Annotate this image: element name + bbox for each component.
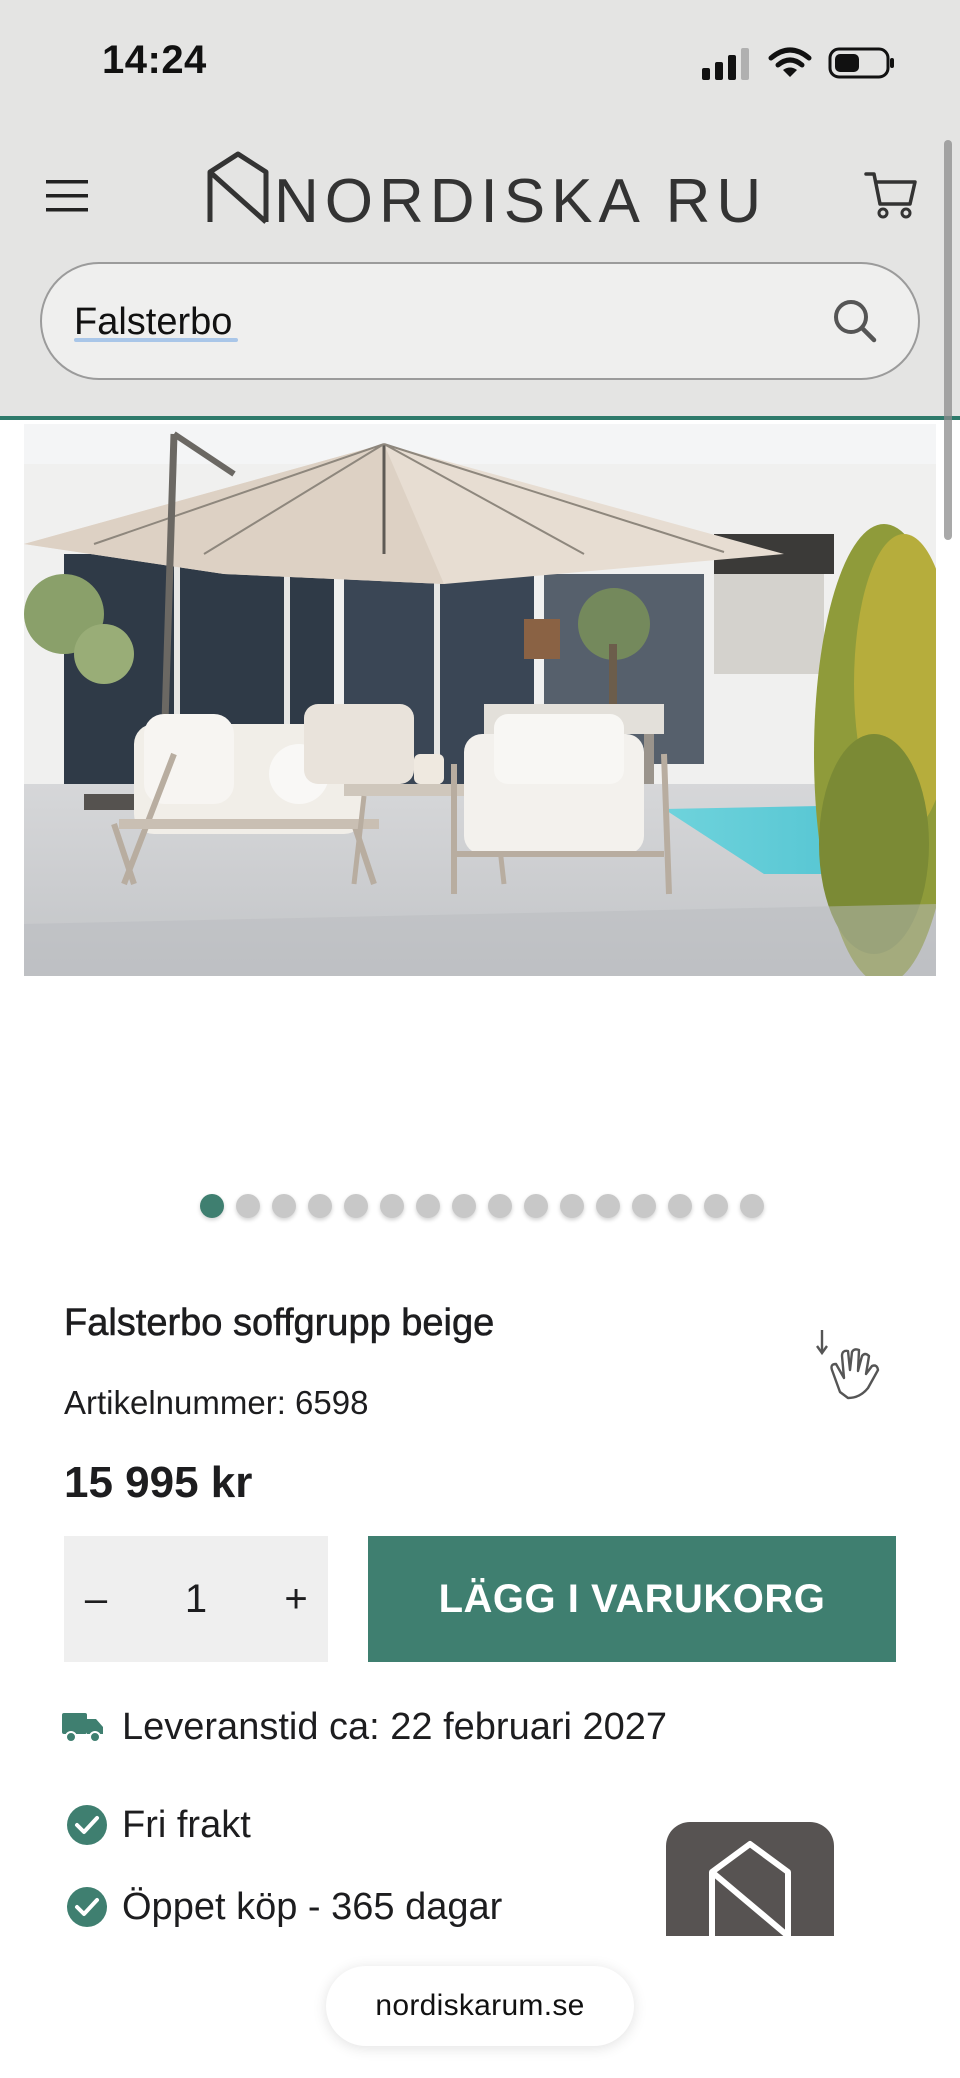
quantity-stepper: – 1 +	[64, 1536, 328, 1662]
signal-icon	[702, 48, 749, 80]
carousel-dot[interactable]	[704, 1194, 728, 1218]
carousel-dot[interactable]	[236, 1194, 260, 1218]
check-circle-icon	[67, 1887, 107, 1927]
swipe-hand-icon	[816, 1330, 880, 1400]
product-image[interactable]	[24, 424, 936, 976]
delivery-time: Leveranstid ca: 22 februari 2027	[122, 1706, 668, 1748]
carousel-dot[interactable]	[200, 1194, 224, 1218]
carousel-dot[interactable]	[596, 1194, 620, 1218]
quantity-decrease-button[interactable]: –	[64, 1536, 128, 1662]
carousel-dot[interactable]	[308, 1194, 332, 1218]
carousel-dot[interactable]	[416, 1194, 440, 1218]
search-icon[interactable]	[830, 296, 880, 346]
scrollbar[interactable]	[944, 140, 952, 540]
article-number: Artikelnummer: 6598	[64, 1384, 369, 1421]
product-title: Falsterbo soffgrupp beige	[64, 1302, 495, 1345]
carousel-dot[interactable]	[740, 1194, 764, 1218]
status-time: 14:24	[102, 38, 207, 82]
carousel-dot[interactable]	[452, 1194, 476, 1218]
wifi-icon	[768, 47, 812, 77]
search-box	[40, 262, 920, 380]
carousel-dot[interactable]	[524, 1194, 548, 1218]
feature-free-shipping: Fri frakt	[122, 1804, 251, 1846]
carousel-dot[interactable]	[668, 1194, 692, 1218]
search-input[interactable]	[74, 292, 794, 352]
quantity-value[interactable]: 1	[148, 1536, 244, 1662]
carousel-dot[interactable]	[380, 1194, 404, 1218]
brand-logo[interactable]: NORDISKA RUM	[200, 150, 760, 230]
spellcheck-underline	[74, 338, 238, 342]
product-price: 15 995 kr	[64, 1458, 253, 1507]
quantity-increase-button[interactable]: +	[264, 1536, 328, 1662]
carousel-dot[interactable]	[632, 1194, 656, 1218]
check-circle-icon	[67, 1805, 107, 1845]
house-logo-icon	[709, 1841, 791, 1936]
carousel-dot[interactable]	[560, 1194, 584, 1218]
carousel-dot[interactable]	[344, 1194, 368, 1218]
logo-text: NORDISKA RUM	[274, 167, 760, 230]
truck-icon	[62, 1713, 103, 1743]
shopping-cart-icon[interactable]	[862, 166, 920, 224]
carousel-dot[interactable]	[272, 1194, 296, 1218]
chat-widget-logo-button[interactable]	[666, 1822, 834, 1936]
battery-icon	[828, 47, 894, 79]
carousel-dot[interactable]	[488, 1194, 512, 1218]
add-to-cart-button[interactable]: LÄGG I VARUKORG	[368, 1536, 896, 1662]
browser-url-bar[interactable]: nordiskarum.se	[326, 1966, 634, 2046]
carousel-dots	[200, 1194, 764, 1218]
feature-open-purchase: Öppet köp - 365 dagar	[122, 1886, 503, 1928]
hamburger-menu-icon[interactable]	[40, 168, 96, 224]
